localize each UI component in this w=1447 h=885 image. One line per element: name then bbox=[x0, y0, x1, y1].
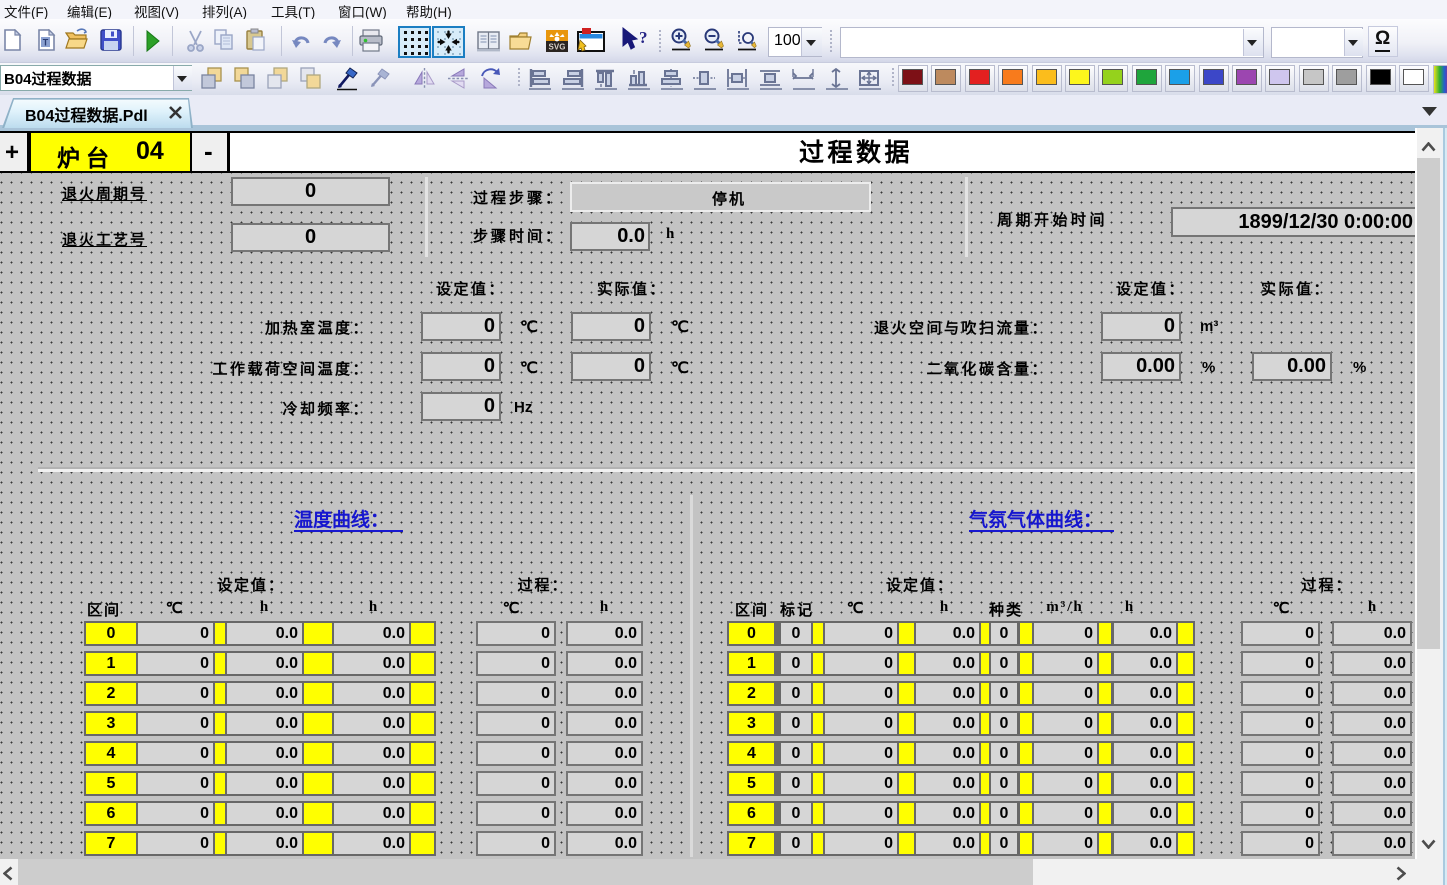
svg-text:SVG: SVG bbox=[549, 43, 566, 52]
svg-text:?: ? bbox=[639, 28, 648, 47]
svg-text:T: T bbox=[43, 38, 49, 48]
